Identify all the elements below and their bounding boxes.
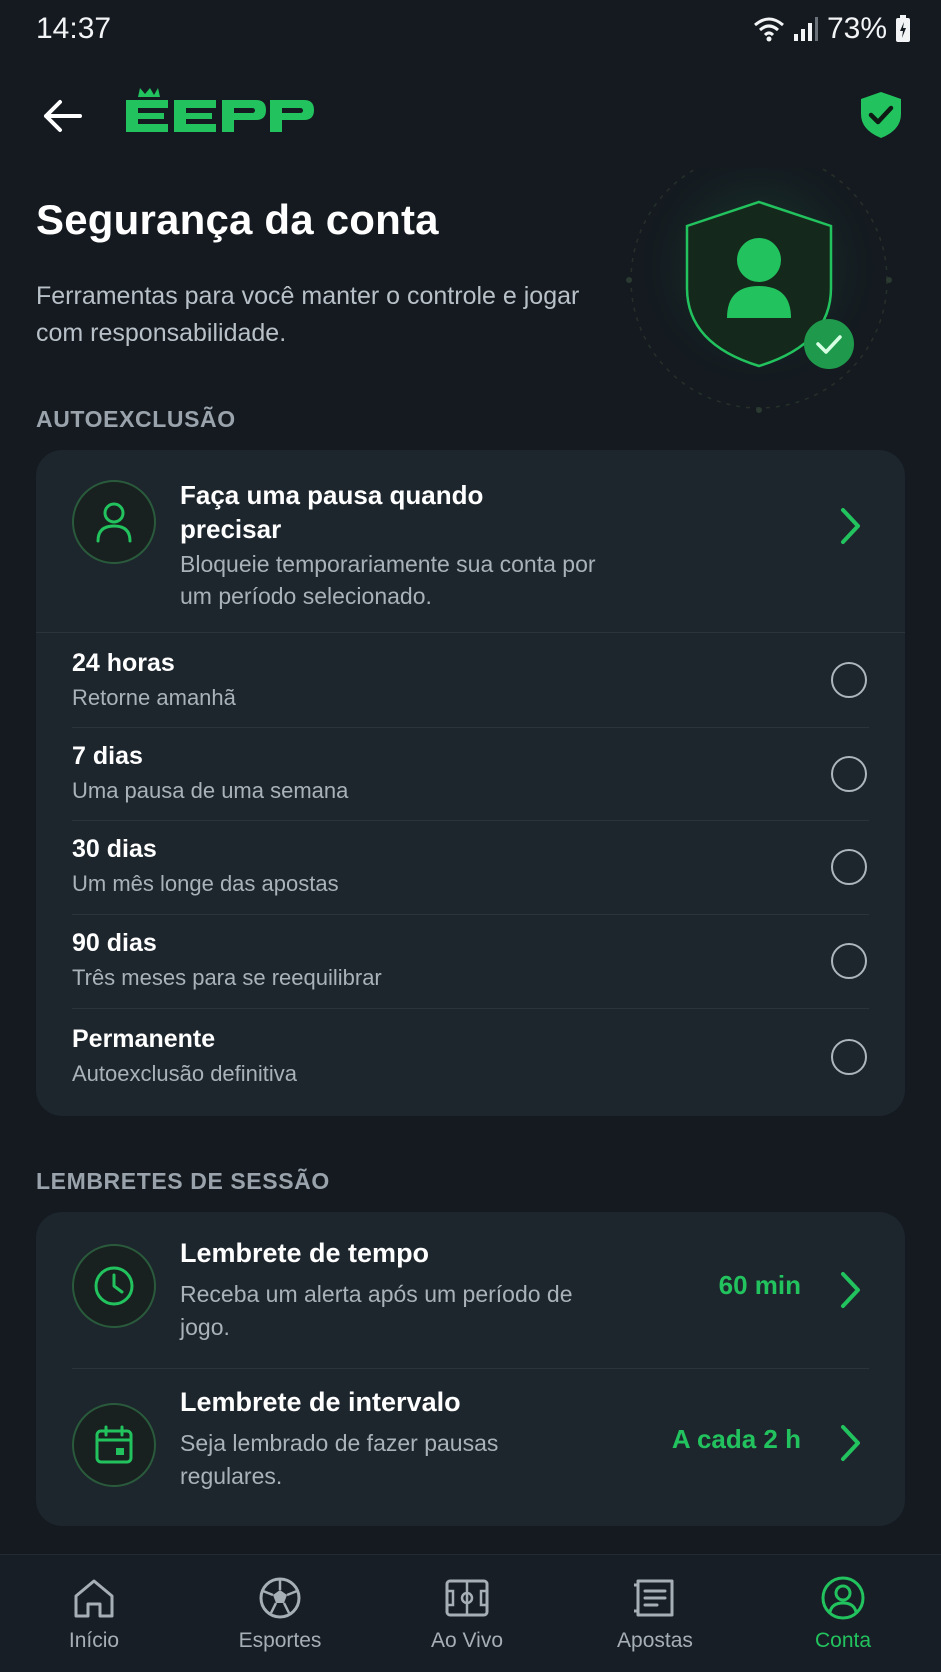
pause-description: Bloqueie temporariamente sua conta por u… [180,551,596,609]
chevron-right-icon [841,1272,860,1308]
page-subtitle: Ferramentas para você manter o controle … [36,282,580,347]
bottom-navigation: Início Esportes Ao Vivo Apostas Conta [0,1554,941,1672]
shield-user-illustration [624,150,894,416]
option-description: Três meses para se reequilibrar [72,965,382,990]
nav-item-sports[interactable]: Esportes [205,1575,355,1653]
radio-button[interactable] [831,943,867,979]
option-title: 90 dias [72,929,157,957]
reminders-card: Lembrete de tempo Receba um alerta após … [36,1212,905,1526]
arrow-left-icon [44,100,82,132]
option-row-permanent[interactable]: Permanente Autoexclusão definitiva [36,1009,905,1109]
home-icon [74,1579,114,1618]
calendar-icon-circle [72,1403,156,1487]
autoexclusion-card: Faça uma pausa quando precisar Bloqueie … [36,450,905,1116]
nav-item-live[interactable]: Ao Vivo [392,1575,542,1653]
reminder-item-time[interactable]: Lembrete de tempo Receba um alerta após … [36,1212,905,1368]
option-title: 24 horas [72,649,175,677]
pause-title: Faça uma pausa quando precisar [180,480,484,544]
reminder-description: Receba um alerta após um período de jogo… [180,1281,573,1340]
reminder-title: Lembrete de intervalo [180,1387,461,1417]
pause-header-item[interactable]: Faça uma pausa quando precisar Bloqueie … [36,450,905,632]
shield-check-icon [861,92,901,138]
reminder-value: A cada 2 h [671,1424,801,1454]
brand-logo [124,86,324,145]
option-row-7d[interactable]: 7 dias Uma pausa de uma semana [36,728,905,822]
clock-icon-circle [72,1244,156,1328]
nav-label: Esportes [238,1629,322,1652]
back-button[interactable] [34,88,90,144]
account-icon [821,1576,865,1620]
battery-percent: 73% [826,12,887,45]
radio-button[interactable] [831,756,867,792]
nav-label: Início [68,1629,120,1652]
chevron-right-icon [841,508,860,544]
user-icon [96,502,132,543]
status-icons: 73% [753,12,911,46]
chevron-right-icon [841,1425,860,1461]
option-title: 7 dias [72,742,143,770]
nav-label: Ao Vivo [431,1629,503,1652]
option-description: Autoexclusão definitiva [72,1061,298,1086]
ticket-icon [634,1579,674,1617]
reminder-title: Lembrete de tempo [180,1238,430,1268]
option-row-30d[interactable]: 30 dias Um mês longe das apostas [36,821,905,915]
wifi-icon [753,17,784,42]
section-label-reminders: LEMBRETES DE SESSÃO [36,1168,330,1194]
radio-button[interactable] [831,849,867,885]
nav-label: Conta [814,1629,872,1652]
soccer-ball-icon [259,1577,301,1619]
option-description: Uma pausa de uma semana [72,778,349,803]
calendar-icon [95,1425,133,1464]
nav-item-account[interactable]: Conta [768,1575,918,1653]
signal-icon [793,17,818,41]
reminder-description: Seja lembrado de fazer pausas regulares. [180,1430,499,1489]
field-icon [445,1579,489,1617]
radio-button[interactable] [831,662,867,698]
section-label-autoexclusion: AUTOEXCLUSÃO [36,406,236,432]
page-title: Segurança da conta [36,196,439,243]
option-row-24h[interactable]: 24 horas Retorne amanhã [36,633,905,727]
reminder-value: 60 min [718,1270,801,1300]
radio-button[interactable] [831,1039,867,1075]
nav-item-bets[interactable]: Apostas [580,1575,730,1653]
user-icon-circle [72,480,156,564]
nav-label: Apostas [617,1629,693,1652]
status-time: 14:37 [36,12,112,45]
option-row-90d[interactable]: 90 dias Três meses para se reequilibrar [36,915,905,1009]
option-title: 30 dias [72,835,157,863]
reminder-item-interval[interactable]: Lembrete de intervalo Seja lembrado de f… [36,1369,905,1526]
nav-item-home[interactable]: Início [19,1575,169,1653]
battery-icon [896,15,910,42]
option-title: Permanente [72,1025,216,1053]
security-shield-button[interactable] [859,90,903,140]
option-description: Retorne amanhã [72,685,236,710]
clock-icon [94,1266,134,1306]
option-description: Um mês longe das apostas [72,871,339,896]
